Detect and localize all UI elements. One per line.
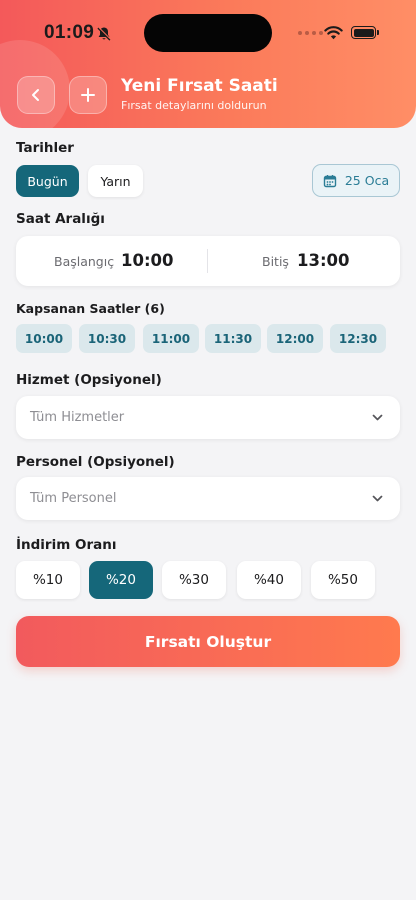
create-deal-button[interactable]: Fırsatı Oluştur (16, 616, 400, 667)
covered-hours-label: Kapsanan Saatler (6) (16, 301, 165, 316)
dynamic-island (144, 14, 272, 52)
chevron-down-icon (372, 495, 383, 502)
hour-slot: 12:30 (330, 324, 386, 353)
chevron-down-icon (372, 414, 383, 421)
discount-option-20[interactable]: %20 (89, 561, 153, 599)
range-divider (207, 249, 208, 273)
date-option-tomorrow[interactable]: Yarın (88, 165, 143, 197)
battery-icon (351, 26, 379, 39)
bell-off-icon (97, 27, 111, 41)
staff-placeholder: Tüm Personel (30, 491, 117, 506)
calendar-icon (323, 174, 337, 187)
staff-label: Personel (Opsiyonel) (16, 454, 175, 470)
discount-option-50[interactable]: %50 (311, 561, 375, 599)
back-button[interactable] (17, 76, 55, 114)
dates-label: Tarihler (16, 140, 74, 156)
status-time: 01:09 (44, 22, 95, 43)
page-title: Yeni Fırsat Saati (121, 76, 278, 96)
time-range-card: Başlangıç 10:00 Bitiş 13:00 (16, 236, 400, 286)
discount-option-40[interactable]: %40 (237, 561, 301, 599)
date-option-today[interactable]: Bugün (16, 165, 79, 197)
end-time-label: Bitiş (262, 254, 289, 269)
discount-option-30[interactable]: %30 (162, 561, 226, 599)
page-subtitle: Fırsat detaylarını doldurun (121, 99, 267, 112)
service-label: Hizmet (Opsiyonel) (16, 372, 162, 388)
hour-slot: 10:00 (16, 324, 72, 353)
start-time-label: Başlangıç (54, 254, 115, 269)
hour-slot: 12:00 (267, 324, 323, 353)
end-time-value[interactable]: 13:00 (297, 251, 350, 270)
plus-icon (81, 88, 95, 102)
add-button[interactable] (69, 76, 107, 114)
hour-slot: 11:00 (143, 324, 199, 353)
hour-slot: 11:30 (205, 324, 261, 353)
discount-label: İndirim Oranı (16, 537, 117, 553)
date-picker-value: 25 Oca (344, 173, 390, 188)
time-range-label: Saat Aralığı (16, 211, 105, 227)
service-placeholder: Tüm Hizmetler (30, 410, 125, 425)
wifi-icon (324, 26, 343, 40)
chevron-left-icon (32, 89, 39, 101)
discount-option-10[interactable]: %10 (16, 561, 80, 599)
date-picker-button[interactable]: 25 Oca (312, 164, 400, 197)
start-time-value[interactable]: 10:00 (121, 251, 174, 270)
staff-select[interactable]: Tüm Personel (16, 477, 400, 520)
hour-slot: 10:30 (79, 324, 135, 353)
service-select[interactable]: Tüm Hizmetler (16, 396, 400, 439)
cellular-signal-icon (298, 31, 323, 35)
